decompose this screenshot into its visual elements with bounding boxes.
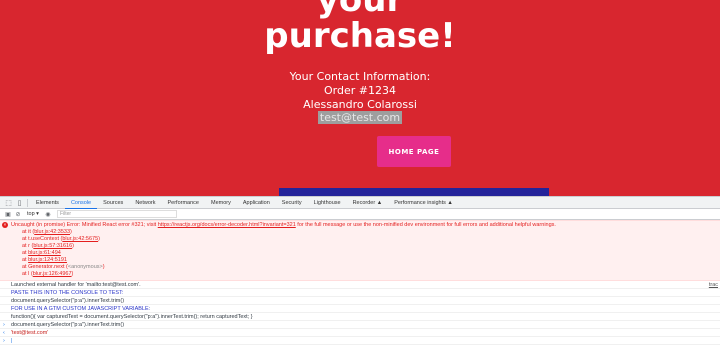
sidebar-toggle-icon[interactable]: ▣ xyxy=(3,209,13,220)
stack-source-link[interactable]: blur.js:42:3533 xyxy=(34,229,70,235)
stack-frame: at l (blur.js:126:4967) xyxy=(22,271,74,277)
log-message: PASTE THIS INTO THE CONSOLE TO TEST: xyxy=(0,289,720,297)
tab-lighthouse[interactable]: Lighthouse xyxy=(308,197,347,209)
tab-elements[interactable]: Elements xyxy=(30,197,65,209)
inspect-element-icon[interactable]: ⬚ xyxy=(3,197,14,209)
stack-source: <anonymous> xyxy=(67,264,103,270)
log-message: Launched external handler for 'mailto:te… xyxy=(0,281,720,289)
error-text-suffix: for the full message or use the non-mini… xyxy=(295,222,556,228)
tab-recorder-label: Recorder xyxy=(352,199,376,206)
contact-title: Your Contact Information: xyxy=(289,70,431,83)
log-message: function(){ var capturedText = document.… xyxy=(0,313,720,321)
context-selector[interactable]: top ▾ xyxy=(23,211,43,217)
log-message: document.querySelector("p:a").innerText.… xyxy=(0,297,720,305)
tab-performance-insights-label: Performance insights xyxy=(394,199,446,206)
clear-console-icon[interactable]: ⊘ xyxy=(13,209,23,220)
tab-memory[interactable]: Memory xyxy=(205,197,237,209)
email-text[interactable]: test@test.com xyxy=(317,111,403,124)
stack-frame: at t.useContext (blur.js:42:5675) xyxy=(22,236,100,242)
prompt-chevron-icon: › xyxy=(3,322,5,328)
console-output: × Uncaught (in promise) Error: Minified … xyxy=(0,220,720,345)
stack-frame: at r (blur.js:57:31616) xyxy=(22,243,74,249)
stack-frame: at it (blur.js:42:3533) xyxy=(22,229,72,235)
error-icon: × xyxy=(2,222,8,228)
flask-icon: ▲ xyxy=(447,199,453,206)
console-command: › document.querySelector("p:a").innerTex… xyxy=(0,321,720,329)
stack-frame: at blur.js:124:5191 xyxy=(22,257,67,263)
customer-name: Alessandro Colarossi xyxy=(303,98,417,111)
log-message: FOR USE IN A GTM CUSTOM JAVASCRIPT VARIA… xyxy=(0,305,720,313)
devtools-tab-bar: ⬚ ▯ Elements Console Sources Network Per… xyxy=(0,197,720,209)
console-prompt-input[interactable]: › | xyxy=(0,337,720,345)
stack-frame: at Generator.next (<anonymous>) xyxy=(22,264,105,270)
log-source-link[interactable]: trac xyxy=(709,281,718,288)
tab-recorder[interactable]: Recorder ▲ xyxy=(347,197,389,209)
footer-strip xyxy=(279,188,549,196)
prompt-chevron-icon: › xyxy=(3,338,5,344)
tab-security[interactable]: Security xyxy=(276,197,308,209)
stack-source-link[interactable]: blur.js:57:31616 xyxy=(33,243,72,249)
devtools-panel: ⬚ ▯ Elements Console Sources Network Per… xyxy=(0,196,720,345)
console-result: ‹ 'test@test.com' xyxy=(0,329,720,337)
error-text-prefix: Uncaught (in promise) Error: Minified Re… xyxy=(11,222,158,228)
confirmation-page: your purchase! Your Contact Information:… xyxy=(0,0,720,196)
flask-icon: ▲ xyxy=(376,199,383,206)
live-expression-icon[interactable]: ◉ xyxy=(43,209,53,220)
tab-application[interactable]: Application xyxy=(237,197,276,209)
order-number: Order #1234 xyxy=(324,84,396,97)
text-caret: | xyxy=(11,338,13,344)
device-toolbar-icon[interactable]: ▯ xyxy=(14,197,25,209)
result-arrow-icon: ‹ xyxy=(3,330,5,336)
stack-source-link[interactable]: blur.js:124:5191 xyxy=(28,257,67,263)
customer-email[interactable]: test@test.com xyxy=(0,111,720,125)
tab-console[interactable]: Console xyxy=(64,197,98,209)
headline-line-2: purchase! xyxy=(264,16,456,56)
stack-source-link[interactable]: blur.js:126:4967 xyxy=(33,271,72,277)
console-toolbar: ▣ ⊘ top ▾ ◉ Filter xyxy=(0,209,720,220)
filter-input[interactable]: Filter xyxy=(56,210,177,218)
tab-sources[interactable]: Sources xyxy=(97,197,129,209)
tab-performance-insights[interactable]: Performance insights ▲ xyxy=(388,197,459,209)
error-decoder-link[interactable]: https://reactjs.org/docs/error-decoder.h… xyxy=(158,222,296,228)
stack-source-link[interactable]: blur.js:61:494 xyxy=(28,250,61,256)
stack-frame: at blur.js:61:494 xyxy=(22,250,61,256)
tab-performance[interactable]: Performance xyxy=(161,197,205,209)
error-message: × Uncaught (in promise) Error: Minified … xyxy=(0,220,720,281)
home-page-button[interactable]: HOME PAGE xyxy=(377,136,451,167)
context-label: top xyxy=(27,211,35,217)
tab-network[interactable]: Network xyxy=(129,197,161,209)
stack-source-link[interactable]: blur.js:42:5675 xyxy=(62,236,98,242)
